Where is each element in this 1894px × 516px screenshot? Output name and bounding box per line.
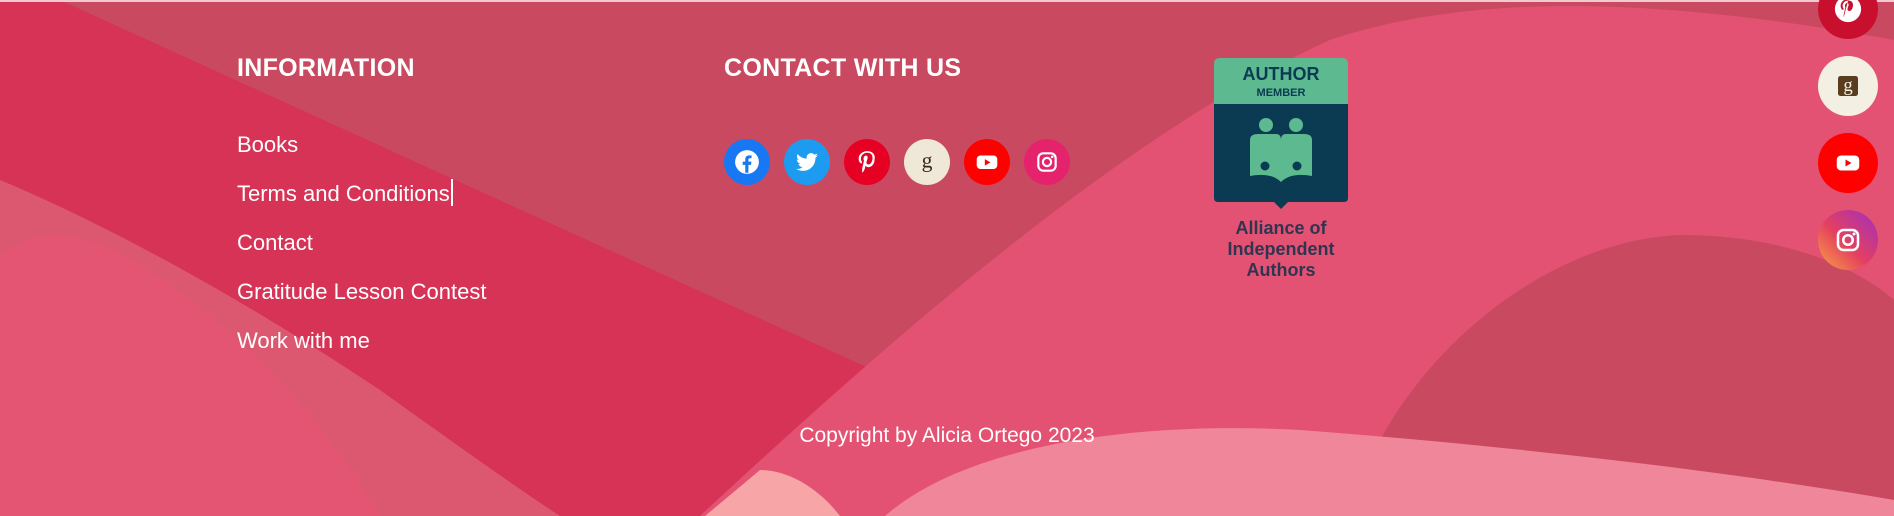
contact-link[interactable]: Contact bbox=[237, 230, 313, 255]
goodreads-icon: g bbox=[922, 149, 933, 172]
work-with-me-link[interactable]: Work with me bbox=[237, 328, 370, 353]
social-links: g bbox=[724, 139, 1070, 185]
pinterest-icon bbox=[1834, 0, 1862, 23]
youtube-button[interactable] bbox=[964, 139, 1010, 185]
floating-goodreads-button[interactable]: g bbox=[1818, 56, 1878, 116]
twitter-button[interactable] bbox=[784, 139, 830, 185]
badge-member-text: MEMBER bbox=[1257, 87, 1306, 99]
youtube-icon bbox=[1836, 155, 1860, 171]
information-links: Books Terms and Conditions Contact Grati… bbox=[237, 130, 486, 375]
copyright-text: Copyright by Alicia Ortego 2023 bbox=[799, 424, 1095, 447]
twitter-icon bbox=[796, 153, 818, 171]
floating-youtube-button[interactable] bbox=[1818, 133, 1878, 193]
instagram-button[interactable] bbox=[1024, 139, 1070, 185]
gratitude-lesson-contest-link[interactable]: Gratitude Lesson Contest bbox=[237, 279, 486, 304]
goodreads-button[interactable]: g bbox=[904, 139, 950, 185]
text-cursor bbox=[450, 179, 453, 206]
pinterest-button[interactable] bbox=[844, 139, 890, 185]
footer-link-books: Books bbox=[237, 130, 486, 179]
badge-authors-text: Authors bbox=[1247, 260, 1316, 278]
footer-link-work: Work with me bbox=[237, 326, 486, 375]
instagram-icon bbox=[1836, 228, 1860, 252]
floating-instagram-button[interactable] bbox=[1818, 210, 1878, 270]
pinterest-icon bbox=[858, 151, 875, 173]
books-link[interactable]: Books bbox=[237, 132, 298, 157]
youtube-icon bbox=[976, 155, 998, 170]
information-heading: INFORMATION bbox=[237, 54, 415, 82]
svg-text:g: g bbox=[922, 149, 933, 172]
terms-and-conditions-link[interactable]: Terms and Conditions bbox=[237, 181, 450, 206]
badge-author-text: AUTHOR bbox=[1243, 64, 1320, 84]
footer-link-terms: Terms and Conditions bbox=[237, 179, 486, 228]
footer-link-contact: Contact bbox=[237, 228, 486, 277]
goodreads-icon: g bbox=[1838, 75, 1858, 96]
facebook-button[interactable] bbox=[724, 139, 770, 185]
badge-independent-text: Independent bbox=[1228, 239, 1335, 259]
top-border-line bbox=[0, 0, 1894, 2]
instagram-icon bbox=[1037, 152, 1057, 172]
facebook-icon bbox=[735, 150, 759, 174]
badge-alliance-text: Alliance of bbox=[1235, 218, 1327, 238]
svg-text:g: g bbox=[1843, 75, 1853, 96]
footer-link-gratitude: Gratitude Lesson Contest bbox=[237, 277, 486, 326]
alli-author-member-badge: AUTHOR MEMBER Alliance of Independent Au… bbox=[1214, 58, 1348, 278]
contact-heading: CONTACT WITH US bbox=[724, 54, 962, 82]
